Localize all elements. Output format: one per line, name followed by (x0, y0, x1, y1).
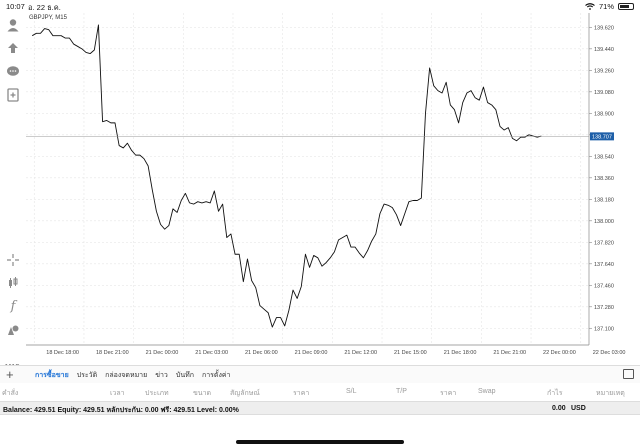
chart-tick-labels: 18 Dec 18:00 18 Dec 21:00 21 Dec 00:00 21 D… (46, 25, 625, 356)
home-indicator (236, 440, 404, 444)
x-tick-label: 21 Dec 03:00 (195, 350, 228, 356)
current-price-marker: 138.707 (26, 132, 614, 141)
column-header: Swap (478, 388, 496, 395)
objects-icon[interactable] (5, 322, 21, 338)
tab-5[interactable]: การตั้งค่า (198, 370, 235, 381)
chat-icon[interactable] (5, 64, 21, 80)
column-header: ขนาด (193, 390, 212, 397)
column-header: คำสั่ง (2, 390, 19, 397)
column-header: หมายเหตุ (596, 390, 625, 397)
chart-symbol: GBPJPY, M15 (29, 15, 67, 21)
battery-icon (618, 3, 634, 10)
column-header: เวลา (110, 390, 125, 397)
status-right: 71% (585, 2, 634, 11)
y-tick-label: 138.540 (594, 154, 614, 160)
x-tick-label: 18 Dec 18:00 (46, 350, 79, 356)
column-header: S/L (346, 388, 357, 395)
y-tick-label: 138.360 (594, 176, 614, 182)
tab-2[interactable]: กล่องจดหมาย (101, 370, 151, 381)
trade-column-headers: คำสั่ง เวลา ประเภท ขนาด สัญลักษณ์ ราคา S/L T/P ร… (0, 386, 640, 399)
crosshair-icon[interactable] (5, 252, 21, 268)
y-tick-label: 137.100 (594, 326, 614, 332)
y-tick-label: 137.640 (594, 262, 614, 268)
add-chart-icon[interactable] (5, 87, 21, 103)
y-tick-label: 138.000 (594, 219, 614, 225)
account-icon[interactable] (5, 17, 21, 33)
column-header: ประเภท (145, 390, 169, 397)
x-tick-label: 21 Dec 21:00 (493, 350, 526, 356)
indicator-icon[interactable]: f (5, 298, 21, 314)
x-tick-label: 21 Dec 12:00 (344, 350, 377, 356)
battery-percent: 71% (598, 2, 614, 11)
account-currency: USD (571, 405, 586, 412)
tab-1[interactable]: ประวัติ (73, 370, 101, 381)
add-order-icon[interactable]: + (6, 367, 14, 382)
balance-summary: Balance: 429.51 Equity: 429.51 หลักประกั… (3, 407, 239, 414)
column-header: ราคา (293, 390, 310, 397)
total-profit: 0.00 (552, 405, 566, 412)
x-tick-label: 22 Dec 00:00 (543, 350, 576, 356)
x-tick-label: 21 Dec 06:00 (245, 350, 278, 356)
column-header: T/P (396, 388, 407, 395)
y-tick-label: 139.620 (594, 25, 614, 31)
wifi-icon (585, 3, 595, 10)
y-tick-label: 137.820 (594, 240, 614, 246)
status-time: 10:07 (6, 2, 25, 11)
y-tick-label: 138.900 (594, 111, 614, 117)
tab-0[interactable]: การซื้อขาย (31, 370, 73, 381)
status-bar: 10:07 อ. 22 ธ.ค. 71% (0, 0, 640, 13)
x-tick-label: 21 Dec 00:00 (146, 350, 179, 356)
x-tick-label: 21 Dec 09:00 (295, 350, 328, 356)
y-tick-label: 139.080 (594, 90, 614, 96)
chart-canvas[interactable]: 18 Dec 18:00 18 Dec 21:00 21 Dec 00:00 21 D… (26, 13, 640, 358)
x-tick-label: 18 Dec 21:00 (96, 350, 129, 356)
x-tick-label: 21 Dec 15:00 (394, 350, 427, 356)
candles-icon[interactable] (5, 275, 21, 291)
column-header: กำไร (547, 390, 563, 397)
price-chart[interactable]: 18 Dec 18:00 18 Dec 21:00 21 Dec 00:00 21 D… (26, 13, 640, 358)
tab-3[interactable]: ข่าว (151, 370, 172, 381)
y-tick-label: 137.280 (594, 305, 614, 311)
chart-axes (26, 13, 592, 346)
tab-4[interactable]: บันทึก (172, 370, 198, 381)
x-tick-label: 21 Dec 18:00 (444, 350, 477, 356)
current-price-label: 138.707 (592, 134, 612, 140)
column-header: ราคา (440, 390, 457, 397)
layout-icon[interactable] (623, 369, 634, 379)
chart-grid (26, 13, 589, 345)
x-tick-label: 22 Dec 03:00 (593, 350, 626, 356)
terminal-tabs-bar: + การซื้อขาย ประวัติ กล่องจดหมาย ข่าว บันทึก… (0, 365, 640, 383)
y-tick-label: 137.460 (594, 283, 614, 289)
balance-bar: Balance: 429.51 Equity: 429.51 หลักประกั… (0, 401, 640, 415)
left-toolbar: f M15 (0, 13, 26, 371)
column-header: สัญลักษณ์ (230, 390, 260, 397)
terminal-tabs: การซื้อขาย ประวัติ กล่องจดหมาย ข่าว บันทึก กา… (31, 370, 234, 381)
y-tick-label: 139.260 (594, 68, 614, 74)
y-tick-label: 138.180 (594, 197, 614, 203)
trade-icon[interactable] (5, 40, 21, 56)
y-tick-label: 139.440 (594, 47, 614, 53)
